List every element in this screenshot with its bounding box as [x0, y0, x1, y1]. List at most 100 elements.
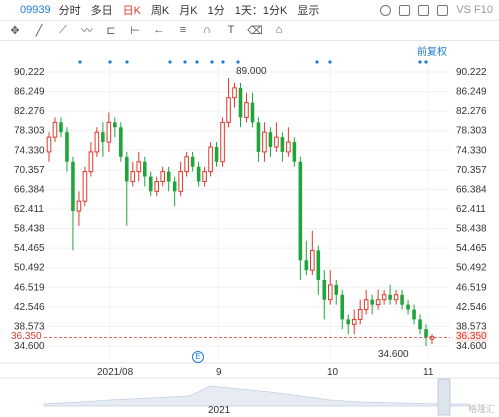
candle-body: [280, 137, 285, 152]
candle-body: [250, 102, 255, 123]
candle-body: [88, 151, 94, 173]
y-tick-label-left: 34.600: [14, 341, 45, 352]
event-dot: [236, 60, 240, 64]
candle-body: [327, 284, 333, 301]
candle-body: [148, 176, 153, 192]
y-tick-label-left: 62.411: [14, 204, 44, 215]
y-tick-label-right: 74.330: [456, 145, 487, 156]
candle-body: [82, 171, 88, 202]
candle-body: [113, 122, 117, 128]
y-tick-label-right: 82.276: [456, 106, 487, 117]
candle-body: [322, 279, 327, 300]
event-dot: [418, 60, 422, 64]
candle-body: [178, 171, 183, 192]
candle-body: [370, 299, 374, 305]
candle-body: [418, 319, 422, 330]
y-tick-label-right: 42.546: [456, 302, 487, 313]
candle-body: [334, 284, 339, 295]
candle-body: [65, 132, 69, 162]
candle-body: [106, 121, 112, 143]
x-tick-nov: 11: [423, 367, 434, 378]
candle-body: [286, 141, 291, 153]
candle-body: [310, 249, 315, 271]
candle-body: [412, 309, 416, 320]
y-tick-label-right: 50.492: [456, 263, 487, 274]
candle-body: [400, 294, 404, 305]
navigator-area: [43, 385, 471, 407]
y-tick-label-left: 78.303: [14, 126, 45, 137]
y-tick-label-left: 86.249: [14, 87, 45, 98]
candle-body: [184, 156, 189, 173]
candle-body: [256, 122, 261, 152]
candle-body: [214, 146, 219, 162]
y-tick-label-left: 50.492: [14, 263, 45, 274]
event-dot: [183, 60, 187, 64]
event-dot: [108, 60, 112, 64]
candle-body: [94, 131, 100, 153]
candle-body: [130, 171, 136, 182]
candle-body: [262, 131, 267, 153]
event-dot: [328, 60, 332, 64]
candle-body: [244, 102, 249, 118]
candle-body: [136, 161, 142, 173]
event-dot: [78, 60, 82, 64]
y-tick-label-left: 66.384: [14, 184, 45, 195]
max-price-label: 89.000: [236, 66, 267, 77]
x-tick-aug: 2021/08: [97, 367, 134, 378]
candle-body: [71, 161, 75, 212]
candle-body: [119, 127, 123, 157]
candle-body: [388, 294, 392, 300]
candle-body: [363, 299, 369, 311]
event-dot: [168, 60, 172, 64]
event-dot: [221, 60, 225, 64]
candle-body: [316, 250, 321, 280]
y-tick-label-left: 70.357: [14, 165, 45, 176]
y-tick-label-left: 82.276: [14, 106, 45, 117]
candle-body: [160, 171, 165, 182]
candle-body: [125, 156, 129, 182]
candle-body: [424, 329, 428, 338]
candle-body: [46, 136, 52, 153]
event-badge-icon[interactable]: E: [192, 351, 204, 363]
y-tick-label-right: 54.465: [456, 243, 487, 254]
event-dot: [125, 60, 129, 64]
x-tick-sep: 9: [216, 367, 222, 378]
candle-body: [220, 121, 225, 163]
y-tick-label-left: 58.438: [14, 224, 45, 235]
navigator-handle: [437, 378, 451, 416]
candle-body: [274, 136, 279, 148]
candle-body: [351, 318, 357, 325]
candle-body: [52, 121, 58, 138]
y-tick-label-right: 86.249: [456, 87, 487, 98]
current-price-right: 36.350: [456, 331, 488, 343]
year-label: 2021: [208, 405, 231, 416]
candle-body: [172, 181, 177, 192]
candle-body: [381, 294, 387, 301]
candle-body: [59, 122, 63, 133]
candle-body: [208, 146, 213, 173]
candle-body: [346, 319, 351, 325]
watermark: 格隆汇: [467, 404, 495, 414]
min-price-label: 34.600: [378, 349, 409, 360]
y-tick-label-right: 62.411: [456, 204, 486, 215]
x-tick-oct: 10: [327, 367, 339, 378]
candle-body: [166, 171, 171, 182]
event-dot: [315, 60, 319, 64]
y-tick-label-right: 34.600: [456, 341, 487, 352]
candle-body: [76, 200, 82, 212]
candle-body: [268, 132, 273, 147]
y-tick-label-right: 58.438: [456, 224, 487, 235]
y-tick-label-right: 78.303: [456, 126, 487, 137]
candle-body: [142, 161, 147, 177]
candle-body: [226, 97, 231, 123]
y-tick-label-left: 46.519: [14, 282, 45, 293]
event-dot: [210, 60, 214, 64]
y-tick-label-left: 90.222: [14, 67, 45, 78]
candle-body: [154, 180, 160, 192]
y-tick-label-left: 54.465: [14, 243, 45, 254]
candle-body: [292, 142, 297, 162]
candle-body: [357, 309, 363, 320]
candle-body: [340, 294, 345, 320]
y-tick-label-right: 46.519: [456, 282, 487, 293]
y-tick-label-left: 74.330: [14, 145, 45, 156]
